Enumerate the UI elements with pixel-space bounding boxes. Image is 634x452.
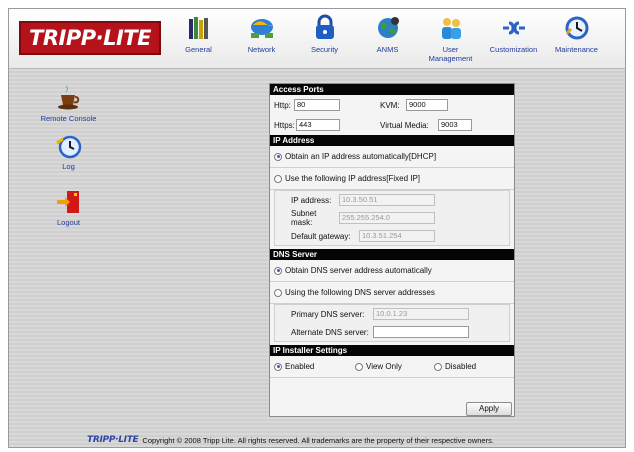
nav-anms-label: ANMS [376,45,399,54]
nav-customization[interactable]: Customization [482,13,545,69]
dns-server-header: DNS Server [270,249,514,260]
dns-manual-radio[interactable] [274,288,282,297]
dhcp-label: Obtain an IP address automatically[DHCP] [285,152,437,161]
log-clock-icon [55,135,81,159]
http-port-input[interactable]: 80 [294,99,340,111]
tripp-lite-logo: TRIPP·LITE [19,21,161,55]
https-port-input[interactable]: 443 [296,119,340,131]
fixed-ip-label: Use the following IP address[Fixed IP] [285,174,421,183]
http-label: Http: [274,100,291,110]
https-label: Https: [274,120,295,130]
nav-security-label: Security [310,45,339,54]
ip-address-header: IP Address [270,135,514,146]
default-gateway-row: Default gateway: 10.3.51.254 [275,227,509,245]
dhcp-option-row[interactable]: Obtain an IP address automatically[DHCP] [270,146,514,168]
access-ports-row-1: Http: 80 KVM: 9000 [270,95,514,115]
nav-anms[interactable]: ANMS [356,13,419,69]
alternate-dns-label: Alternate DNS server: [291,327,369,337]
sidebar-item-remote-console-label: Remote Console [40,114,97,123]
subnet-mask-input[interactable]: 255.255.254.0 [339,212,435,224]
sidebar-item-log[interactable]: Log [21,131,116,171]
app-frame: TRIPP·LITE General Network Security ANMS… [8,8,626,448]
nav-general[interactable]: General [167,13,230,69]
clock-icon [565,16,588,40]
fixed-ip-option-row[interactable]: Use the following IP address[Fixed IP] [270,168,514,190]
nav-user-management[interactable]: User Management [419,13,482,69]
nav-customization-label: Customization [489,45,538,54]
subnet-mask-label: Subnet mask: [291,209,317,227]
primary-dns-label: Primary DNS server: [291,309,365,319]
installer-viewonly-label: View Only [366,362,402,371]
installer-viewonly-radio[interactable] [355,362,363,371]
ip-installer-options: Enabled View Only Disabled [270,356,514,378]
dns-auto-option-row[interactable]: Obtain DNS server address automatically [270,260,514,282]
alternate-dns-row: Alternate DNS server: [275,323,509,341]
nav-network-label: Network [247,45,276,54]
ip-installer-header: IP Installer Settings [270,345,514,356]
virtual-media-label: Virtual Media: [380,120,429,130]
nav-maintenance-label: Maintenance [555,45,598,54]
dhcp-radio[interactable] [274,152,282,161]
lock-icon [315,14,334,39]
exit-door-icon [56,191,79,213]
nav-maintenance[interactable]: Maintenance [545,13,608,69]
network-settings-panel: Access Ports Http: 80 KVM: 9000 Https: 4… [269,83,515,417]
ip-address-row: IP address: 10.3.50.51 [275,191,509,209]
nav-network[interactable]: Network [230,13,293,69]
nav-user-management-label: User Management [428,45,473,63]
installer-enabled-label: Enabled [285,362,315,371]
nav-general-label: General [185,45,212,54]
plug-icon [502,21,525,35]
sidebar-item-remote-console[interactable]: Remote Console [21,83,116,123]
installer-disabled-label: Disabled [445,362,477,371]
dns-auto-radio[interactable] [274,266,282,275]
primary-dns-input[interactable]: 10.0.1.23 [373,308,469,320]
default-gateway-label: Default gateway: [291,231,351,241]
alternate-dns-input[interactable] [373,326,469,338]
fixed-ip-fields: IP address: 10.3.50.51 Subnet mask: 255.… [274,190,510,246]
sidebar-item-logout-label: Logout [57,218,80,227]
virtual-media-port-input[interactable]: 9003 [438,119,472,131]
installer-enabled-radio[interactable] [274,362,282,371]
default-gateway-input[interactable]: 10.3.51.254 [359,230,435,242]
nav-security[interactable]: Security [293,13,356,69]
sidebar-item-log-label: Log [62,162,75,171]
anms-globe-icon [377,17,399,38]
dns-auto-label: Obtain DNS server address automatically [285,266,432,275]
dns-manual-fields: Primary DNS server: 10.0.1.23 Alternate … [274,304,510,342]
access-ports-row-2: Https: 443 Virtual Media: 9003 [270,115,514,135]
sidebar-item-logout[interactable]: Logout [21,187,116,227]
fixed-ip-radio[interactable] [274,174,282,183]
footer-logo: TRIPP·LITE [87,435,139,445]
kvm-port-input[interactable]: 9000 [406,99,448,111]
kvm-label: KVM: [380,100,400,110]
top-navigation-bar: TRIPP·LITE General Network Security ANMS… [9,9,625,69]
network-globe-icon [250,19,273,38]
access-ports-header: Access Ports [270,84,514,95]
dns-manual-label: Using the following DNS server addresses [285,288,435,297]
footer: TRIPP·LITE Copyright © 2008 Tripp Lite. … [87,433,627,447]
subnet-mask-row: Subnet mask: 255.255.254.0 [275,209,509,227]
users-icon [441,18,461,39]
primary-dns-row: Primary DNS server: 10.0.1.23 [275,305,509,323]
main-nav: General Network Security ANMS User Manag… [167,13,608,69]
ip-address-input[interactable]: 10.3.50.51 [339,194,435,206]
installer-disabled-radio[interactable] [434,362,442,371]
books-icon [188,17,208,39]
apply-button[interactable]: Apply [466,402,512,416]
coffee-cup-icon [57,85,79,110]
ip-address-label: IP address: [291,195,332,205]
copyright-text: Copyright © 2008 Tripp Lite. All rights … [142,435,494,445]
dns-manual-option-row[interactable]: Using the following DNS server addresses [270,282,514,304]
